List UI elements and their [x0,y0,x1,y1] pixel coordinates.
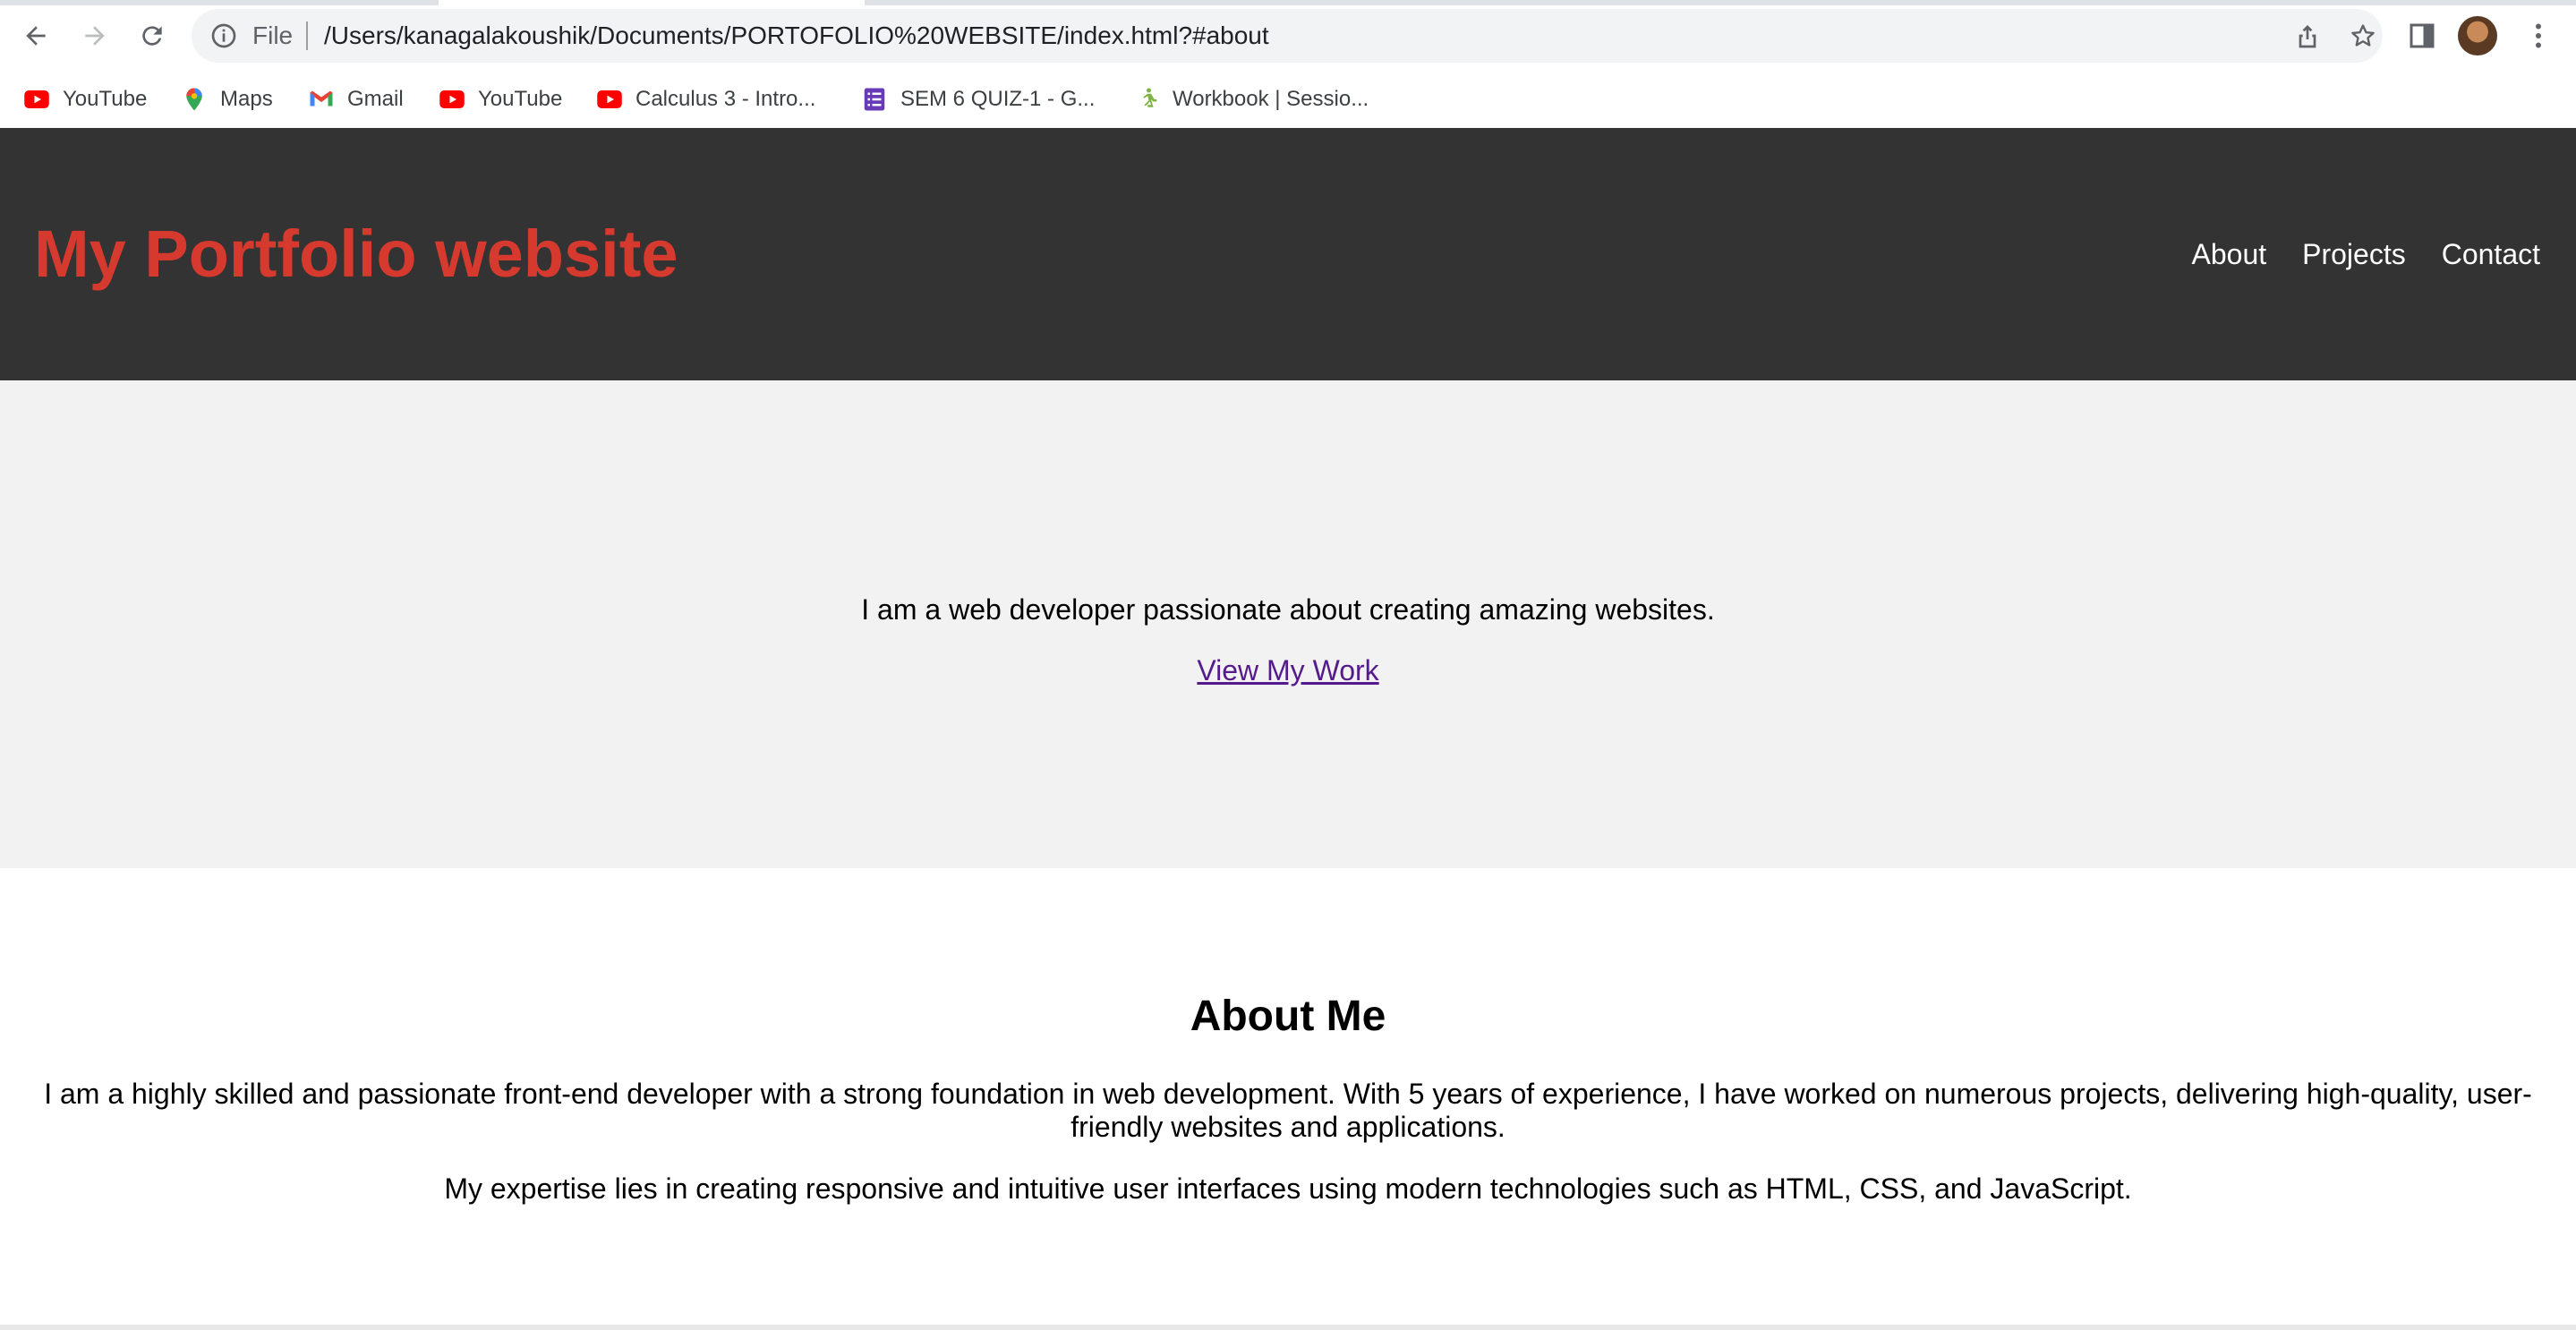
bookmark-label: Calculus 3 - Intro... [635,87,816,111]
omnibox-separator [306,21,308,50]
tab-edge [865,0,2576,5]
youtube-icon [24,90,49,108]
youtube-icon [597,90,622,108]
browser-toolbar: File /Users/kanagalakoushik/Documents/PO… [0,0,2576,70]
bookmark-calculus[interactable]: Calculus 3 - Intro... [596,77,815,122]
bookmark-youtube[interactable]: YouTube [23,77,147,122]
star-icon[interactable] [2349,21,2377,50]
scheme-label: File [252,21,294,49]
nav-link-projects[interactable]: Projects [2302,238,2406,271]
hero-tagline: I am a web developer passionate about cr… [861,593,1715,626]
profile-avatar[interactable] [2458,16,2497,55]
view-my-work-link[interactable]: View My Work [1197,654,1378,686]
about-heading: About Me [1190,993,1386,1040]
side-panel-icon[interactable] [2406,20,2438,52]
gmail-icon [310,90,333,107]
nav-link-about[interactable]: About [2192,238,2267,271]
info-icon[interactable] [209,21,238,50]
arrow-left-icon [26,26,46,46]
bookmark-gmail[interactable]: Gmail [308,77,404,122]
about-paragraph-1: I am a highly skilled and passionate fro… [44,1078,2532,1143]
arrow-right-icon [85,26,105,46]
about-section: About Me I am a highly skilled and passi… [0,868,2576,1330]
bookmark-label: YouTube [63,87,148,111]
bookmark-workbook[interactable]: Workbook | Sessio... [1133,77,1369,122]
site-title: My Portfolio website [34,217,678,291]
reload-button[interactable] [132,16,172,55]
tab-edge [0,0,439,5]
forms-icon [864,88,885,111]
bookmark-youtube-2[interactable]: YouTube [439,77,562,122]
more-menu-icon[interactable] [2522,20,2555,52]
address-bar[interactable]: File /Users/kanagalakoushik/Documents/PO… [192,9,2383,63]
tab-strip [0,0,2576,5]
bookmark-label: Gmail [347,87,404,111]
url-text[interactable]: /Users/kanagalakoushik/Documents/PORTOFO… [324,20,1269,52]
hero-section: I am a web developer passionate about cr… [0,380,2576,868]
share-icon[interactable] [2293,21,2322,50]
bookmarks-bar: YouTube Maps Gmail YouTube Calculus 3 - … [0,77,2576,122]
runner-icon [1143,88,1157,107]
page-bottom-divider [0,1325,2576,1330]
bookmark-label: SEM 6 QUIZ-1 - G... [900,87,1096,111]
site-header: My Portfolio website About Projects Cont… [0,128,2576,380]
about-paragraph-2: My expertise lies in creating responsive… [444,1172,2132,1205]
back-button[interactable] [16,16,55,55]
reload-icon [142,26,162,46]
youtube-icon [439,90,465,108]
bookmark-label: YouTube [478,87,563,111]
site-nav: About Projects Contact [2192,128,2541,380]
bookmark-quiz[interactable]: SEM 6 QUIZ-1 - G... [861,77,1095,122]
nav-link-contact[interactable]: Contact [2442,238,2540,271]
bookmark-label: Maps [220,87,273,111]
bookmark-maps[interactable]: Maps [181,77,273,122]
maps-icon [186,88,202,111]
bookmark-label: Workbook | Sessio... [1173,87,1369,111]
forward-button[interactable] [75,16,115,55]
hero-link-wrapper: View My Work [0,654,2576,687]
